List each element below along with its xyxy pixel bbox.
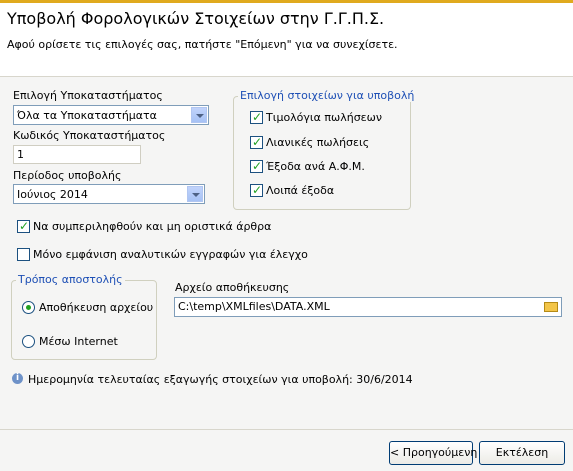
- radio-save-file[interactable]: [22, 301, 35, 314]
- branch-code-input[interactable]: 1: [13, 145, 141, 164]
- include-unfinalized-label: Να συμπεριληφθούν και μη οριστικά άρθρα: [33, 220, 272, 233]
- period-select[interactable]: Ιούνιος 2014: [13, 184, 205, 204]
- page-subtitle: Αφού ορίσετε τις επιλογές σας, πατήστε "…: [7, 38, 398, 51]
- item-label-expenses-afm: Έξοδα ανά Α.Φ.Μ.: [266, 160, 365, 173]
- item-label-retail: Λιανικές πωλήσεις: [266, 136, 370, 149]
- branch-label: Επιλογή Υποκαταστήματος: [13, 89, 163, 102]
- header-divider: [0, 74, 573, 77]
- branch-select-value: Όλα τα Υποκαταστήματα: [17, 109, 157, 122]
- branch-select[interactable]: Όλα τα Υποκαταστήματα: [13, 105, 209, 125]
- radio-internet[interactable]: [22, 335, 35, 348]
- items-group-title: Επιλογή στοιχείων για υποβολή: [238, 89, 417, 102]
- branch-code-label: Κωδικός Υποκαταστήματος: [13, 129, 166, 142]
- radio-save-file-label: Αποθήκευση αρχείου: [39, 301, 154, 314]
- send-method-group-box: [11, 280, 157, 360]
- previous-button[interactable]: < Προηγούμενη: [389, 441, 477, 465]
- save-file-input[interactable]: C:\temp\XMLfiles\DATA.XML: [174, 297, 562, 317]
- item-label-other-expenses: Λοιπά έξοδα: [266, 184, 335, 197]
- show-analytic-only-label: Μόνο εμφάνιση αναλυτικών εγγραφών για έλ…: [33, 248, 308, 261]
- page-title: Υποβολή Φορολογικών Στοιχείων στην Γ.Γ.Π…: [7, 9, 385, 28]
- footer-divider: [0, 429, 573, 430]
- last-export-info: Ημερομηνία τελευταίας εξαγωγής στοιχείων…: [28, 373, 413, 386]
- execute-button[interactable]: Εκτέλεση: [479, 441, 565, 465]
- show-analytic-only-checkbox[interactable]: [17, 248, 30, 261]
- info-icon: i: [12, 373, 23, 384]
- item-label-invoices: Τιμολόγια πωλήσεων: [266, 111, 382, 124]
- item-checkbox-other-expenses[interactable]: [250, 183, 263, 197]
- send-method-title: Τρόπος αποστολής: [16, 273, 125, 286]
- item-checkbox-retail[interactable]: [250, 135, 263, 149]
- save-file-value: C:\temp\XMLfiles\DATA.XML: [178, 300, 330, 313]
- period-select-value: Ιούνιος 2014: [17, 188, 88, 201]
- save-file-label: Αρχείο αποθήκευσης: [175, 281, 290, 294]
- period-label: Περίοδος υποβολής: [13, 169, 122, 182]
- branch-code-value: 1: [17, 148, 24, 161]
- folder-icon: [544, 302, 558, 312]
- include-unfinalized-checkbox[interactable]: [17, 219, 30, 233]
- item-checkbox-expenses-afm[interactable]: [250, 159, 263, 173]
- chevron-down-icon[interactable]: [187, 186, 203, 202]
- chevron-down-icon[interactable]: [191, 107, 207, 123]
- browse-folder-button[interactable]: [543, 300, 559, 314]
- item-checkbox-invoices[interactable]: [250, 110, 263, 124]
- radio-internet-label: Μέσω Internet: [39, 335, 118, 348]
